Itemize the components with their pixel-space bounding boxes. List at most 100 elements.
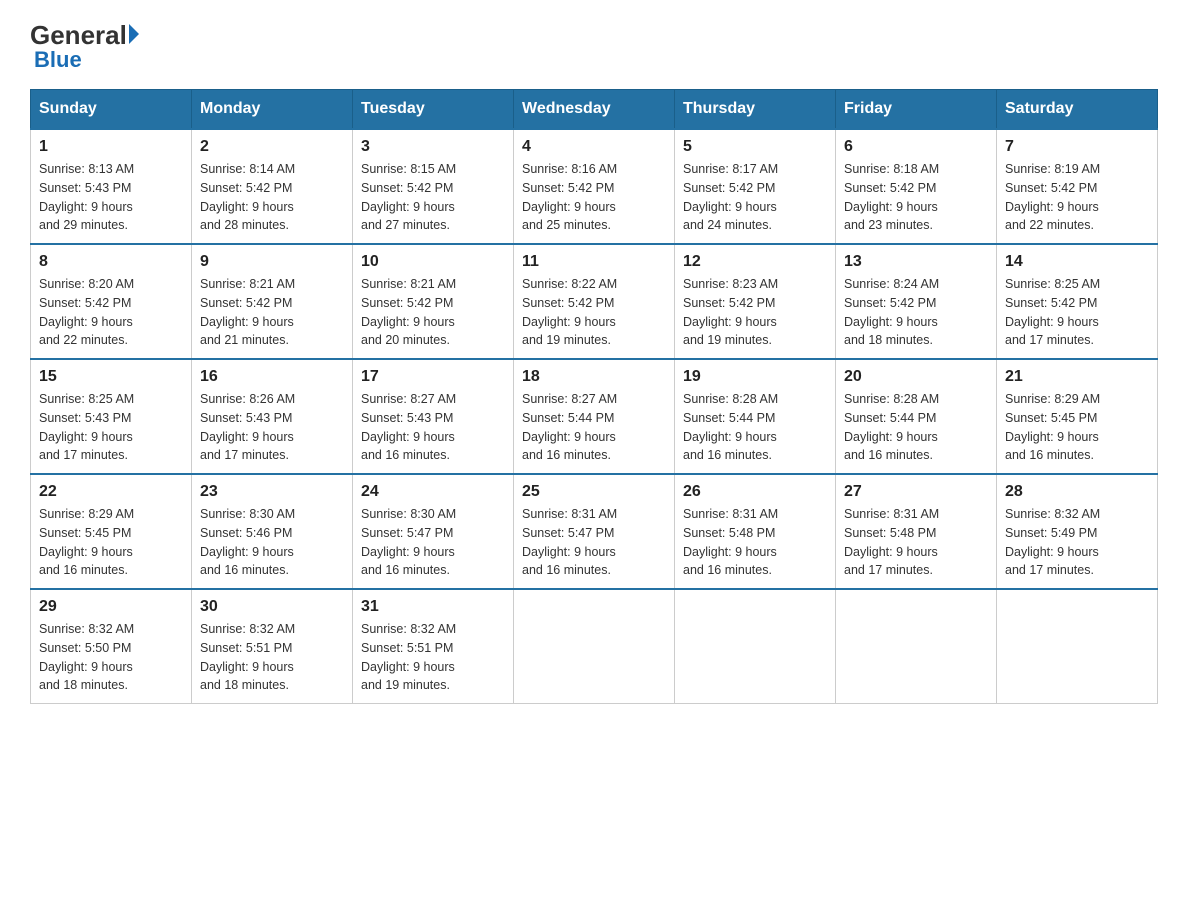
calendar-cell: 7 Sunrise: 8:19 AMSunset: 5:42 PMDaylight…	[997, 129, 1158, 244]
calendar-cell: 3Sunrise: 8:15 AMSunset: 5:42 PMDaylight…	[353, 129, 514, 244]
logo: General Blue	[30, 20, 139, 73]
day-number: 22	[39, 483, 183, 501]
day-info: Sunrise: 8:22 AMSunset: 5:42 PMDaylight:…	[522, 275, 666, 350]
calendar-cell: 26 Sunrise: 8:31 AMSunset: 5:48 PMDayligh…	[675, 474, 836, 589]
calendar-cell: 10Sunrise: 8:21 AMSunset: 5:42 PMDayligh…	[353, 244, 514, 359]
calendar-cell: 19 Sunrise: 8:28 AMSunset: 5:44 PMDayligh…	[675, 359, 836, 474]
day-info: Sunrise: 8:30 AMSunset: 5:47 PMDaylight:…	[361, 505, 505, 580]
day-info: Sunrise: 8:14 AMSunset: 5:42 PMDaylight:…	[200, 160, 344, 235]
calendar-cell: 13 Sunrise: 8:24 AMSunset: 5:42 PMDayligh…	[836, 244, 997, 359]
calendar-cell: 9 Sunrise: 8:21 AMSunset: 5:42 PMDaylight…	[192, 244, 353, 359]
day-number: 9	[200, 253, 344, 271]
day-info: Sunrise: 8:13 AMSunset: 5:43 PMDaylight:…	[39, 160, 183, 235]
day-info: Sunrise: 8:26 AMSunset: 5:43 PMDaylight:…	[200, 390, 344, 465]
day-number: 19	[683, 368, 827, 386]
col-header-monday: Monday	[192, 90, 353, 130]
calendar-cell: 5 Sunrise: 8:17 AMSunset: 5:42 PMDaylight…	[675, 129, 836, 244]
day-number: 12	[683, 253, 827, 271]
logo-triangle-icon	[129, 24, 139, 44]
day-number: 30	[200, 598, 344, 616]
col-header-friday: Friday	[836, 90, 997, 130]
calendar-cell: 24 Sunrise: 8:30 AMSunset: 5:47 PMDayligh…	[353, 474, 514, 589]
day-info: Sunrise: 8:31 AMSunset: 5:48 PMDaylight:…	[683, 505, 827, 580]
day-number: 5	[683, 138, 827, 156]
day-info: Sunrise: 8:25 AMSunset: 5:43 PMDaylight:…	[39, 390, 183, 465]
day-number: 11	[522, 253, 666, 271]
calendar-cell	[675, 589, 836, 704]
day-info: Sunrise: 8:29 AMSunset: 5:45 PMDaylight:…	[1005, 390, 1149, 465]
day-number: 20	[844, 368, 988, 386]
day-info: Sunrise: 8:32 AMSunset: 5:49 PMDaylight:…	[1005, 505, 1149, 580]
week-row-3: 15 Sunrise: 8:25 AMSunset: 5:43 PMDayligh…	[31, 359, 1158, 474]
day-info: Sunrise: 8:28 AMSunset: 5:44 PMDaylight:…	[683, 390, 827, 465]
calendar-cell: 23Sunrise: 8:30 AMSunset: 5:46 PMDayligh…	[192, 474, 353, 589]
day-number: 21	[1005, 368, 1149, 386]
calendar-cell: 12 Sunrise: 8:23 AMSunset: 5:42 PMDayligh…	[675, 244, 836, 359]
day-number: 8	[39, 253, 183, 271]
calendar-cell	[997, 589, 1158, 704]
day-number: 6	[844, 138, 988, 156]
day-info: Sunrise: 8:23 AMSunset: 5:42 PMDaylight:…	[683, 275, 827, 350]
calendar-cell: 4Sunrise: 8:16 AMSunset: 5:42 PMDaylight…	[514, 129, 675, 244]
calendar-cell	[514, 589, 675, 704]
calendar-cell: 21 Sunrise: 8:29 AMSunset: 5:45 PMDayligh…	[997, 359, 1158, 474]
calendar-cell: 16Sunrise: 8:26 AMSunset: 5:43 PMDayligh…	[192, 359, 353, 474]
day-info: Sunrise: 8:20 AMSunset: 5:42 PMDaylight:…	[39, 275, 183, 350]
day-info: Sunrise: 8:18 AMSunset: 5:42 PMDaylight:…	[844, 160, 988, 235]
week-row-1: 1 Sunrise: 8:13 AMSunset: 5:43 PMDaylight…	[31, 129, 1158, 244]
calendar-cell: 2 Sunrise: 8:14 AMSunset: 5:42 PMDaylight…	[192, 129, 353, 244]
calendar-cell: 14 Sunrise: 8:25 AMSunset: 5:42 PMDayligh…	[997, 244, 1158, 359]
calendar-cell: 15 Sunrise: 8:25 AMSunset: 5:43 PMDayligh…	[31, 359, 192, 474]
calendar-cell: 30 Sunrise: 8:32 AMSunset: 5:51 PMDayligh…	[192, 589, 353, 704]
calendar-cell: 17 Sunrise: 8:27 AMSunset: 5:43 PMDayligh…	[353, 359, 514, 474]
week-row-4: 22Sunrise: 8:29 AMSunset: 5:45 PMDayligh…	[31, 474, 1158, 589]
day-info: Sunrise: 8:25 AMSunset: 5:42 PMDaylight:…	[1005, 275, 1149, 350]
logo-blue-text: Blue	[34, 47, 82, 73]
day-info: Sunrise: 8:31 AMSunset: 5:47 PMDaylight:…	[522, 505, 666, 580]
day-number: 2	[200, 138, 344, 156]
day-info: Sunrise: 8:27 AMSunset: 5:44 PMDaylight:…	[522, 390, 666, 465]
day-info: Sunrise: 8:32 AMSunset: 5:51 PMDaylight:…	[361, 620, 505, 695]
day-info: Sunrise: 8:28 AMSunset: 5:44 PMDaylight:…	[844, 390, 988, 465]
day-info: Sunrise: 8:32 AMSunset: 5:51 PMDaylight:…	[200, 620, 344, 695]
day-info: Sunrise: 8:27 AMSunset: 5:43 PMDaylight:…	[361, 390, 505, 465]
day-number: 15	[39, 368, 183, 386]
col-header-tuesday: Tuesday	[353, 90, 514, 130]
day-info: Sunrise: 8:24 AMSunset: 5:42 PMDaylight:…	[844, 275, 988, 350]
calendar-cell	[836, 589, 997, 704]
calendar-cell: 27 Sunrise: 8:31 AMSunset: 5:48 PMDayligh…	[836, 474, 997, 589]
day-info: Sunrise: 8:31 AMSunset: 5:48 PMDaylight:…	[844, 505, 988, 580]
col-header-thursday: Thursday	[675, 90, 836, 130]
week-row-5: 29Sunrise: 8:32 AMSunset: 5:50 PMDayligh…	[31, 589, 1158, 704]
day-number: 28	[1005, 483, 1149, 501]
day-number: 25	[522, 483, 666, 501]
day-number: 17	[361, 368, 505, 386]
page-header: General Blue	[30, 20, 1158, 73]
day-number: 31	[361, 598, 505, 616]
calendar-cell: 20 Sunrise: 8:28 AMSunset: 5:44 PMDayligh…	[836, 359, 997, 474]
col-header-saturday: Saturday	[997, 90, 1158, 130]
day-number: 7	[1005, 138, 1149, 156]
calendar-cell: 22Sunrise: 8:29 AMSunset: 5:45 PMDayligh…	[31, 474, 192, 589]
calendar-cell: 28 Sunrise: 8:32 AMSunset: 5:49 PMDayligh…	[997, 474, 1158, 589]
day-number: 14	[1005, 253, 1149, 271]
day-number: 27	[844, 483, 988, 501]
day-number: 26	[683, 483, 827, 501]
day-number: 10	[361, 253, 505, 271]
day-number: 1	[39, 138, 183, 156]
calendar-cell: 6 Sunrise: 8:18 AMSunset: 5:42 PMDaylight…	[836, 129, 997, 244]
day-info: Sunrise: 8:32 AMSunset: 5:50 PMDaylight:…	[39, 620, 183, 695]
day-info: Sunrise: 8:21 AMSunset: 5:42 PMDaylight:…	[200, 275, 344, 350]
day-info: Sunrise: 8:17 AMSunset: 5:42 PMDaylight:…	[683, 160, 827, 235]
day-number: 23	[200, 483, 344, 501]
col-header-wednesday: Wednesday	[514, 90, 675, 130]
day-info: Sunrise: 8:19 AMSunset: 5:42 PMDaylight:…	[1005, 160, 1149, 235]
day-number: 13	[844, 253, 988, 271]
day-info: Sunrise: 8:16 AMSunset: 5:42 PMDaylight:…	[522, 160, 666, 235]
day-number: 24	[361, 483, 505, 501]
day-info: Sunrise: 8:15 AMSunset: 5:42 PMDaylight:…	[361, 160, 505, 235]
calendar-cell: 8 Sunrise: 8:20 AMSunset: 5:42 PMDaylight…	[31, 244, 192, 359]
calendar-cell: 29Sunrise: 8:32 AMSunset: 5:50 PMDayligh…	[31, 589, 192, 704]
week-row-2: 8 Sunrise: 8:20 AMSunset: 5:42 PMDaylight…	[31, 244, 1158, 359]
col-header-sunday: Sunday	[31, 90, 192, 130]
